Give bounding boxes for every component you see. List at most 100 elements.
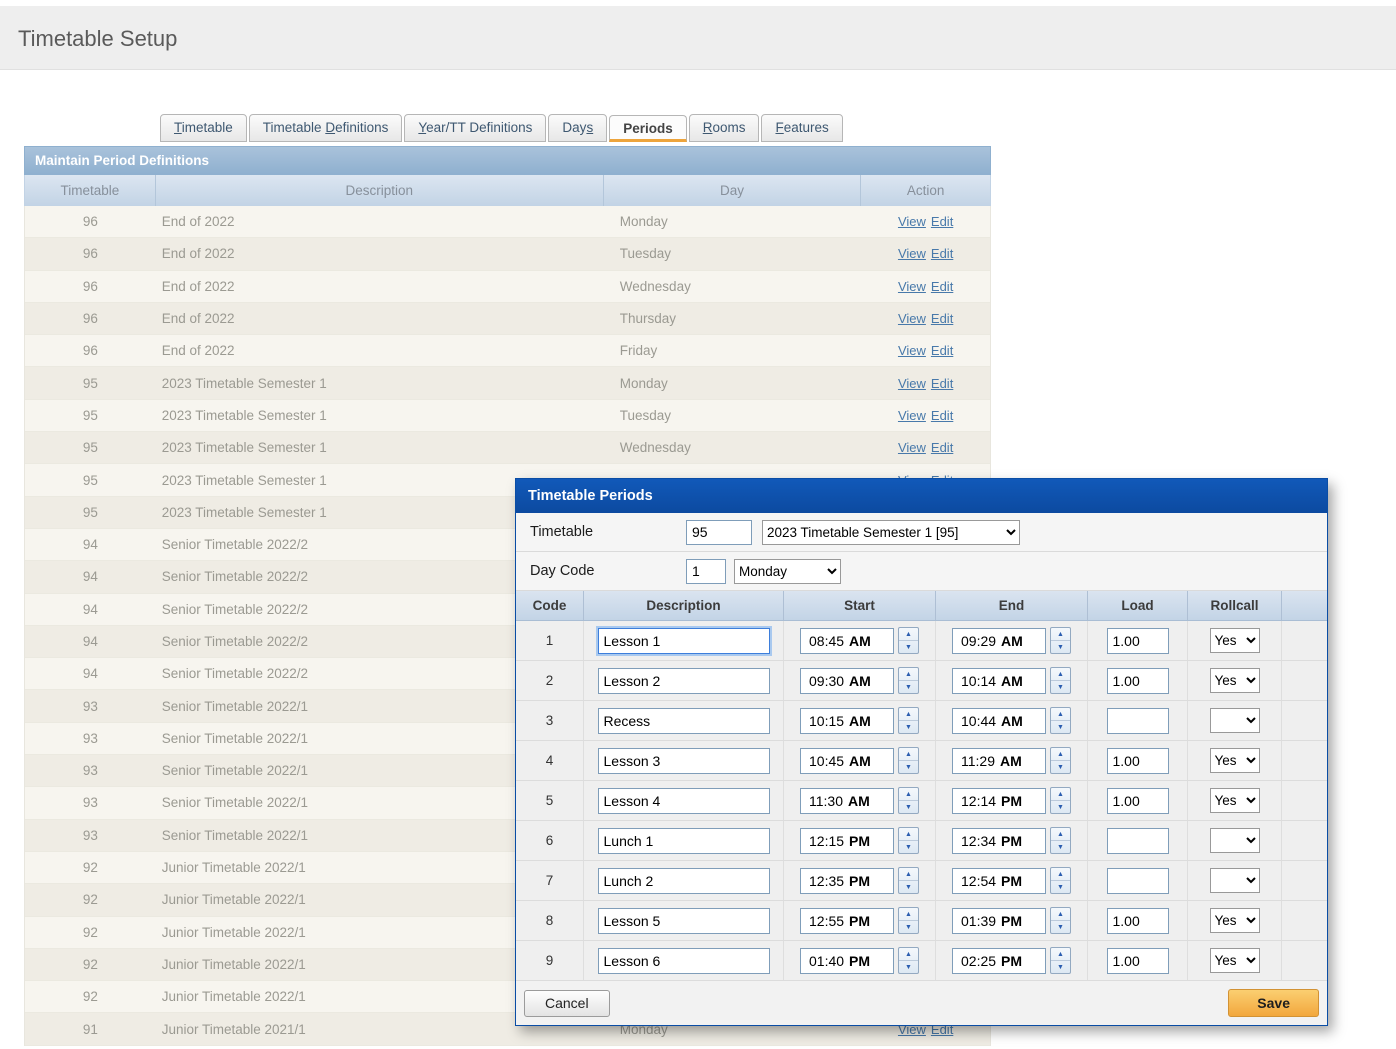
start-time-input[interactable]: 10:45AM (800, 748, 894, 774)
end-spin-down-icon[interactable]: ▼ (1051, 761, 1070, 773)
period-load-input[interactable] (1107, 868, 1169, 894)
view-link[interactable]: View (898, 279, 926, 294)
end-spin-down-icon[interactable]: ▼ (1051, 881, 1070, 893)
start-time-input[interactable]: 10:15AM (800, 708, 894, 734)
end-time-input[interactable]: 10:14AM (952, 668, 1046, 694)
tab-timetable[interactable]: Timetable (160, 114, 247, 142)
period-load-input[interactable] (1107, 828, 1169, 854)
start-time-input[interactable]: 11:30AM (800, 788, 894, 814)
end-time-input[interactable]: 12:34PM (952, 828, 1046, 854)
start-spin-down-icon[interactable]: ▼ (899, 641, 918, 653)
end-spin-down-icon[interactable]: ▼ (1051, 641, 1070, 653)
period-description-input[interactable] (598, 948, 770, 974)
period-load-input[interactable] (1107, 628, 1169, 654)
period-rollcall-select[interactable]: Yes (1210, 668, 1260, 693)
view-link[interactable]: View (898, 246, 926, 261)
period-load-input[interactable] (1107, 668, 1169, 694)
edit-link[interactable]: Edit (931, 311, 953, 326)
edit-link[interactable]: Edit (931, 376, 953, 391)
period-description-input[interactable] (598, 628, 770, 654)
view-link[interactable]: View (898, 376, 926, 391)
end-time-input[interactable]: 12:54PM (952, 868, 1046, 894)
view-link[interactable]: View (898, 343, 926, 358)
start-spin-down-icon[interactable]: ▼ (899, 961, 918, 973)
period-rollcall-select[interactable]: Yes (1210, 788, 1260, 813)
period-description-input[interactable] (598, 788, 770, 814)
end-spin-up-icon[interactable]: ▲ (1051, 828, 1070, 841)
end-spin-down-icon[interactable]: ▼ (1051, 961, 1070, 973)
start-time-input[interactable]: 12:55PM (800, 908, 894, 934)
period-load-input[interactable] (1107, 708, 1169, 734)
end-time-input[interactable]: 01:39PM (952, 908, 1046, 934)
start-spin-down-icon[interactable]: ▼ (899, 801, 918, 813)
view-link[interactable]: View (898, 311, 926, 326)
start-spin-up-icon[interactable]: ▲ (899, 628, 918, 641)
start-spin-down-icon[interactable]: ▼ (899, 841, 918, 853)
timetable-code-input[interactable] (686, 520, 752, 545)
end-time-input[interactable]: 11:29AM (952, 748, 1046, 774)
end-spin-down-icon[interactable]: ▼ (1051, 801, 1070, 813)
end-spin-up-icon[interactable]: ▲ (1051, 748, 1070, 761)
view-link[interactable]: View (898, 440, 926, 455)
day-code-input[interactable] (686, 559, 726, 584)
start-time-input[interactable]: 01:40PM (800, 948, 894, 974)
tab-year-tt-definitions[interactable]: Year/TT Definitions (404, 114, 546, 142)
period-load-input[interactable] (1107, 788, 1169, 814)
end-spin-up-icon[interactable]: ▲ (1051, 668, 1070, 681)
edit-link[interactable]: Edit (931, 343, 953, 358)
edit-link[interactable]: Edit (931, 214, 953, 229)
tab-rooms[interactable]: Rooms (689, 114, 760, 142)
start-spin-up-icon[interactable]: ▲ (899, 868, 918, 881)
period-rollcall-select[interactable]: Yes (1210, 948, 1260, 973)
end-time-input[interactable]: 12:14PM (952, 788, 1046, 814)
start-spin-up-icon[interactable]: ▲ (899, 828, 918, 841)
start-spin-down-icon[interactable]: ▼ (899, 881, 918, 893)
period-description-input[interactable] (598, 668, 770, 694)
end-spin-down-icon[interactable]: ▼ (1051, 841, 1070, 853)
period-rollcall-select[interactable]: Yes (1210, 748, 1260, 773)
day-select[interactable]: Monday (734, 559, 841, 584)
tab-timetable-definitions[interactable]: Timetable Definitions (249, 114, 403, 142)
end-time-input[interactable]: 10:44AM (952, 708, 1046, 734)
edit-link[interactable]: Edit (931, 440, 953, 455)
view-link[interactable]: View (898, 408, 926, 423)
start-spin-up-icon[interactable]: ▲ (899, 668, 918, 681)
end-spin-down-icon[interactable]: ▼ (1051, 721, 1070, 733)
end-time-input[interactable]: 09:29AM (952, 628, 1046, 654)
tab-days[interactable]: Days (548, 114, 607, 142)
edit-link[interactable]: Edit (931, 246, 953, 261)
start-spin-up-icon[interactable]: ▲ (899, 788, 918, 801)
start-spin-up-icon[interactable]: ▲ (899, 908, 918, 921)
start-time-input[interactable]: 12:15PM (800, 828, 894, 854)
end-time-input[interactable]: 02:25PM (952, 948, 1046, 974)
timetable-select[interactable]: 2023 Timetable Semester 1 [95] (762, 520, 1020, 545)
period-description-input[interactable] (598, 748, 770, 774)
start-time-input[interactable]: 08:45AM (800, 628, 894, 654)
tab-periods[interactable]: Periods (609, 115, 687, 142)
end-spin-up-icon[interactable]: ▲ (1051, 788, 1070, 801)
start-spin-down-icon[interactable]: ▼ (899, 921, 918, 933)
period-load-input[interactable] (1107, 748, 1169, 774)
edit-link[interactable]: Edit (931, 408, 953, 423)
period-description-input[interactable] (598, 708, 770, 734)
period-load-input[interactable] (1107, 948, 1169, 974)
end-spin-up-icon[interactable]: ▲ (1051, 868, 1070, 881)
period-load-input[interactable] (1107, 908, 1169, 934)
end-spin-up-icon[interactable]: ▲ (1051, 948, 1070, 961)
start-spin-down-icon[interactable]: ▼ (899, 721, 918, 733)
period-rollcall-select[interactable] (1210, 868, 1260, 893)
cancel-button[interactable]: Cancel (524, 990, 610, 1017)
start-spin-up-icon[interactable]: ▲ (899, 708, 918, 721)
period-rollcall-select[interactable]: Yes (1210, 628, 1260, 653)
period-rollcall-select[interactable] (1210, 708, 1260, 733)
start-spin-up-icon[interactable]: ▲ (899, 748, 918, 761)
period-description-input[interactable] (598, 908, 770, 934)
end-spin-down-icon[interactable]: ▼ (1051, 921, 1070, 933)
view-link[interactable]: View (898, 214, 926, 229)
period-description-input[interactable] (598, 828, 770, 854)
start-spin-down-icon[interactable]: ▼ (899, 681, 918, 693)
start-spin-down-icon[interactable]: ▼ (899, 761, 918, 773)
edit-link[interactable]: Edit (931, 279, 953, 294)
end-spin-up-icon[interactable]: ▲ (1051, 908, 1070, 921)
start-time-input[interactable]: 09:30AM (800, 668, 894, 694)
